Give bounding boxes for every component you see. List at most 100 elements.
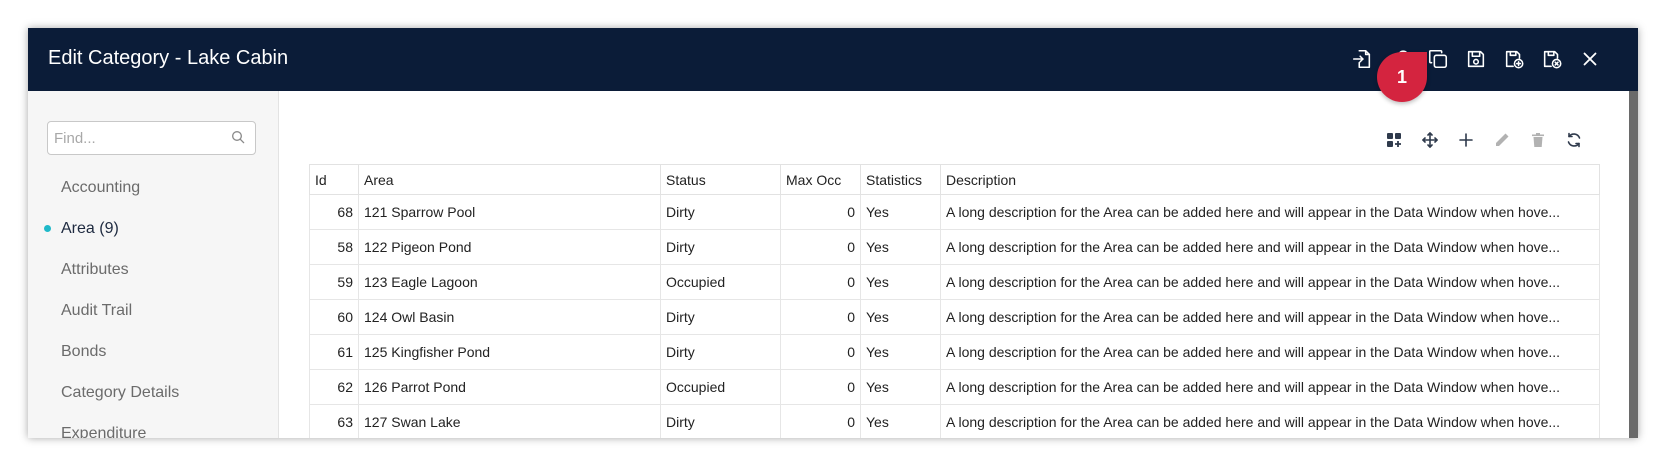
save-icon: [1467, 50, 1485, 68]
sidebar-item-label: Audit Trail: [61, 302, 133, 319]
save-add-icon: [1505, 50, 1524, 69]
save-and-new-button[interactable]: [1498, 43, 1530, 75]
edit-row-button[interactable]: [1487, 127, 1517, 153]
column-header-description[interactable]: Description: [940, 164, 1600, 195]
column-header-area[interactable]: Area: [358, 164, 661, 195]
close-button[interactable]: [1574, 43, 1606, 75]
dialog-title: Edit Category - Lake Cabin: [48, 47, 289, 69]
cell-statistics: Yes: [860, 229, 941, 265]
save-close-icon: [1543, 50, 1562, 69]
cell-max-occ: 0: [780, 369, 861, 405]
active-indicator-dot: [44, 225, 51, 232]
table-row[interactable]: 62 126 Parrot Pond Occupied 0 Yes A long…: [309, 369, 1600, 405]
table-row[interactable]: 59 123 Eagle Lagoon Occupied 0 Yes A lon…: [309, 264, 1600, 300]
area-panel: Id Area Status Max Occ Statistics Descri…: [279, 91, 1629, 438]
delete-icon: [1532, 133, 1544, 147]
column-header-status[interactable]: Status: [660, 164, 781, 195]
column-header-statistics[interactable]: Statistics: [860, 164, 941, 195]
screen: Edit Category - Lake Cabin Find... Accou…: [0, 0, 1666, 466]
cell-max-occ: 0: [780, 334, 861, 370]
cell-max-occ: 0: [780, 194, 861, 230]
table-row[interactable]: 63 127 Swan Lake Dirty 0 Yes A long desc…: [309, 404, 1600, 438]
grid-header-row: Id Area Status Max Occ Statistics Descri…: [309, 164, 1600, 195]
table-row[interactable]: 68 121 Sparrow Pool Dirty 0 Yes A long d…: [309, 194, 1600, 230]
edit-icon: [1496, 133, 1509, 146]
cell-status: Dirty: [660, 229, 781, 265]
find-input[interactable]: [48, 128, 216, 148]
add-row-button[interactable]: [1451, 127, 1481, 153]
import-button[interactable]: [1346, 43, 1378, 75]
sidebar-item-label: Category Details: [61, 384, 180, 401]
move-button[interactable]: [1415, 127, 1445, 153]
area-grid: Id Area Status Max Occ Statistics Descri…: [309, 164, 1600, 438]
refresh-icon: [1567, 132, 1581, 148]
column-header-max-occ[interactable]: Max Occ: [780, 164, 861, 195]
cell-area: 124 Owl Basin: [358, 299, 661, 335]
window-scrollbar[interactable]: [1629, 91, 1638, 438]
select-columns-icon: [1387, 133, 1401, 147]
step-callout-marker: 1: [1377, 52, 1427, 102]
cell-status: Dirty: [660, 194, 781, 230]
cell-id: 60: [309, 299, 359, 335]
sidebar-item-bonds[interactable]: Bonds: [28, 331, 278, 372]
cell-description: A long description for the Area can be a…: [940, 404, 1600, 438]
cell-statistics: Yes: [860, 334, 941, 370]
cell-id: 63: [309, 404, 359, 438]
sidebar-item-label: Bonds: [61, 343, 107, 360]
cell-statistics: Yes: [860, 404, 941, 438]
cell-status: Occupied: [660, 369, 781, 405]
cell-status: Occupied: [660, 264, 781, 300]
cell-area: 126 Parrot Pond: [358, 369, 661, 405]
cell-status: Dirty: [660, 404, 781, 438]
cell-description: A long description for the Area can be a…: [940, 299, 1600, 335]
select-columns-button[interactable]: [1379, 127, 1409, 153]
cell-area: 127 Swan Lake: [358, 404, 661, 438]
close-icon: [1583, 52, 1597, 66]
cell-max-occ: 0: [780, 264, 861, 300]
sidebar-item-label: Accounting: [61, 179, 141, 196]
sidebar-item-accounting[interactable]: Accounting: [28, 167, 278, 208]
cell-statistics: Yes: [860, 369, 941, 405]
sidebar-item-expenditure[interactable]: Expenditure: [28, 413, 278, 438]
column-header-id[interactable]: Id: [309, 164, 359, 195]
table-row[interactable]: 60 124 Owl Basin Dirty 0 Yes A long desc…: [309, 299, 1600, 335]
delete-row-button[interactable]: [1523, 127, 1553, 153]
cell-id: 68: [309, 194, 359, 230]
sidebar-item-area[interactable]: Area (9): [28, 208, 278, 249]
cell-id: 61: [309, 334, 359, 370]
cell-status: Dirty: [660, 334, 781, 370]
cell-description: A long description for the Area can be a…: [940, 194, 1600, 230]
sidebar-item-label: Area (9): [61, 220, 119, 237]
cell-statistics: Yes: [860, 264, 941, 300]
refresh-button[interactable]: [1559, 127, 1589, 153]
search-icon: [232, 131, 245, 144]
sidebar-item-audit-trail[interactable]: Audit Trail: [28, 290, 278, 331]
sidebar-item-label: Attributes: [61, 261, 129, 278]
sidebar-item-label: Expenditure: [61, 425, 147, 438]
import-icon: [1352, 49, 1371, 69]
sidebar-nav: Accounting Area (9) Attributes Audit Tra…: [28, 167, 278, 438]
cell-max-occ: 0: [780, 229, 861, 265]
sidebar: Accounting Area (9) Attributes Audit Tra…: [28, 91, 279, 438]
find-box: [47, 121, 256, 155]
cell-statistics: Yes: [860, 299, 941, 335]
save-and-close-button[interactable]: [1536, 43, 1568, 75]
callout-number: 1: [1396, 67, 1407, 87]
cell-description: A long description for the Area can be a…: [940, 369, 1600, 405]
cell-description: A long description for the Area can be a…: [940, 229, 1600, 265]
save-button[interactable]: [1460, 43, 1492, 75]
add-icon: [1459, 133, 1473, 147]
cell-statistics: Yes: [860, 194, 941, 230]
cell-description: A long description for the Area can be a…: [940, 264, 1600, 300]
copy-icon: [1428, 49, 1448, 69]
table-row[interactable]: 61 125 Kingfisher Pond Dirty 0 Yes A lon…: [309, 334, 1600, 370]
cell-id: 58: [309, 229, 359, 265]
cell-id: 59: [309, 264, 359, 300]
table-row[interactable]: 58 122 Pigeon Pond Dirty 0 Yes A long de…: [309, 229, 1600, 265]
cell-area: 125 Kingfisher Pond: [358, 334, 661, 370]
sidebar-item-attributes[interactable]: Attributes: [28, 249, 278, 290]
grid-toolbar: [1379, 127, 1589, 153]
cell-max-occ: 0: [780, 404, 861, 438]
cell-area: 123 Eagle Lagoon: [358, 264, 661, 300]
sidebar-item-category-details[interactable]: Category Details: [28, 372, 278, 413]
